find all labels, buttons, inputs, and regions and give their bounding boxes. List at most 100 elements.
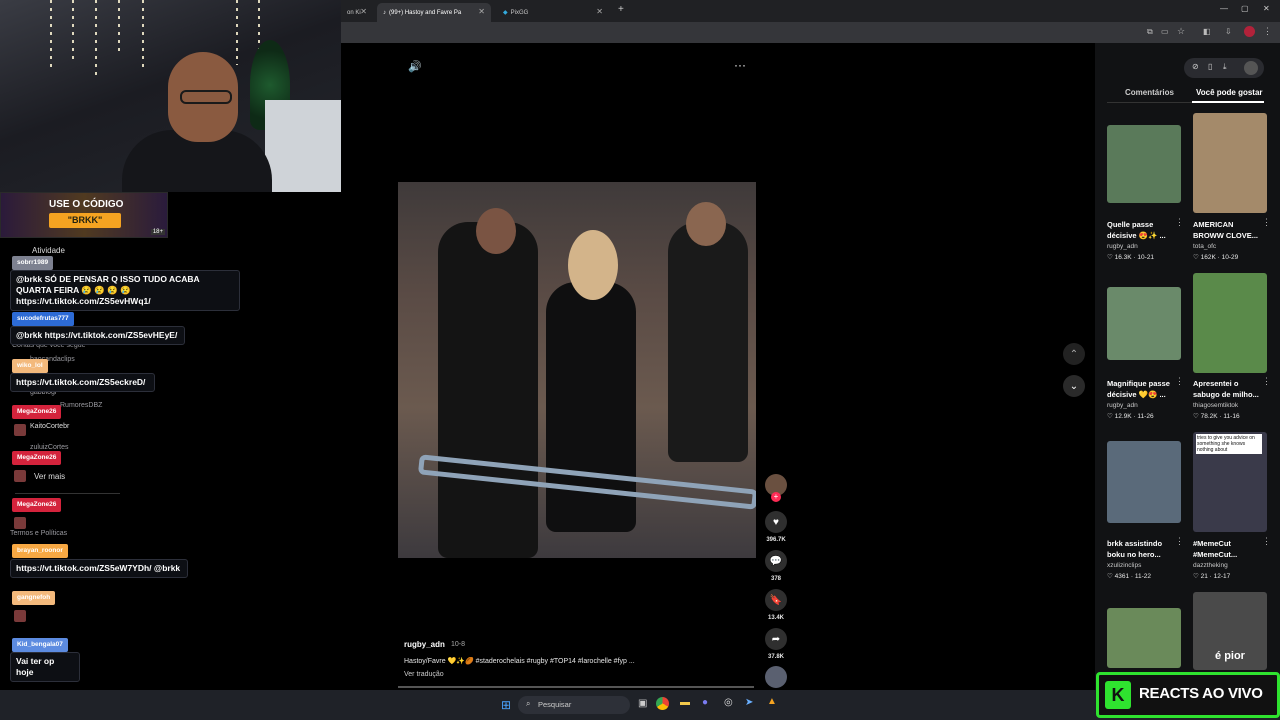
translate-link[interactable]: Ver tradução bbox=[404, 671, 444, 678]
search-icon: ⌕ bbox=[526, 699, 531, 708]
chat-username: MegaZone26 bbox=[12, 405, 62, 419]
tab-comments[interactable]: Comentários bbox=[1125, 88, 1174, 97]
share-icon[interactable]: ➦ bbox=[765, 628, 787, 650]
profile-avatar[interactable] bbox=[1244, 26, 1255, 37]
downloads-icon[interactable]: ⇩ bbox=[1225, 27, 1232, 36]
browser-tab[interactable]: on Ki ✕ bbox=[341, 3, 373, 22]
card-author[interactable]: rugby_adn bbox=[1107, 243, 1138, 250]
chat-username: MegaZone26 bbox=[12, 498, 62, 512]
card-title[interactable]: Apresentei o sabugo de milho... bbox=[1193, 378, 1265, 400]
download-icon[interactable]: ⤓ bbox=[1223, 62, 1227, 72]
chat-message: https://vt.tiktok.com/ZS5eW7YDh/ @brkk bbox=[10, 559, 188, 578]
close-icon[interactable]: ✕ bbox=[478, 7, 485, 16]
card-title[interactable]: Quelle passe décisive 😍✨ ... bbox=[1107, 219, 1179, 241]
chrome-icon[interactable] bbox=[656, 697, 669, 710]
compass-icon[interactable]: ⊘ bbox=[1192, 62, 1199, 71]
new-tab-button[interactable]: + bbox=[618, 4, 624, 15]
bookmark-icon[interactable]: 🔖 bbox=[765, 589, 787, 611]
card-author[interactable]: xzulizinclips bbox=[1107, 562, 1141, 569]
chat-message: @brkk SÓ DE PENSAR Q ISSO TUDO ACABA QUA… bbox=[10, 270, 240, 311]
windows-start-icon[interactable]: ⊞ bbox=[501, 698, 511, 712]
video-caption: Hastoy/Favre 💛✨🏉 #staderochelais #rugby … bbox=[404, 658, 635, 665]
close-icon[interactable]: ✕ bbox=[596, 7, 603, 16]
saves-count: 13.4K bbox=[767, 615, 784, 621]
close-window-icon[interactable]: ✕ bbox=[1263, 4, 1270, 13]
shelf bbox=[265, 100, 341, 192]
video-thumbnail[interactable] bbox=[1107, 608, 1181, 668]
heart-icon: ♡ bbox=[1107, 254, 1115, 261]
tiktok-icon: ♪ bbox=[383, 9, 386, 16]
card-title[interactable]: #MemeCut #MemeCut... bbox=[1193, 538, 1265, 560]
vlc-icon[interactable]: ▲ bbox=[767, 696, 777, 707]
minimize-icon[interactable]: — bbox=[1220, 4, 1228, 13]
card-title[interactable]: brkk assistindo boku no hero... bbox=[1107, 538, 1179, 560]
video-thumbnail[interactable]: tries to give you advice on something sh… bbox=[1193, 432, 1267, 532]
more-icon[interactable]: ⋮ bbox=[1262, 217, 1271, 228]
meme-overlay-text: tries to give you advice on something sh… bbox=[1196, 434, 1262, 454]
close-icon[interactable]: ✕ bbox=[360, 7, 367, 16]
card-stats: ♡ 21 · 12-17 bbox=[1193, 573, 1231, 580]
more-icon[interactable]: ⋮ bbox=[1262, 376, 1271, 387]
card-author[interactable]: dazztheking bbox=[1193, 562, 1228, 569]
tab-label: on Ki bbox=[347, 9, 361, 16]
more-icon[interactable]: ⋮ bbox=[1175, 217, 1184, 228]
more-icon[interactable]: ⋮ bbox=[1175, 376, 1184, 387]
video-date: 10-8 bbox=[451, 641, 466, 648]
taskbar-search[interactable]: ⌕ Pesquisar bbox=[518, 696, 630, 714]
obs-icon[interactable]: ◎ bbox=[724, 697, 733, 708]
video-thumbnail[interactable] bbox=[1107, 441, 1181, 523]
previous-video-arrow-icon[interactable]: ⌃ bbox=[1063, 343, 1085, 365]
chat-message: @brkk https://vt.tiktok.com/ZS5evHEyE/ bbox=[10, 326, 185, 345]
card-author[interactable]: rugby_adn bbox=[1107, 402, 1138, 409]
menu-icon[interactable]: ⋮ bbox=[1263, 26, 1272, 37]
like-heart-icon[interactable]: ♥ bbox=[765, 511, 787, 533]
video-thumbnail[interactable] bbox=[1107, 287, 1181, 360]
video-frame[interactable] bbox=[398, 182, 756, 558]
tab-suggested[interactable]: Você pode gostar bbox=[1196, 88, 1263, 97]
chat-username: brayan_roonor bbox=[12, 544, 68, 558]
card-author[interactable]: thiagosemtiktok bbox=[1193, 402, 1238, 409]
steam-icon[interactable]: ➤ bbox=[745, 697, 753, 708]
extensions-icon[interactable]: ◧ bbox=[1203, 27, 1211, 36]
pixgg-icon: ◆ bbox=[503, 10, 508, 16]
heart-icon: ♡ bbox=[1107, 413, 1115, 420]
cast-icon[interactable]: ▭ bbox=[1161, 27, 1169, 36]
folder-icon[interactable]: ▬ bbox=[680, 697, 690, 708]
more-options-icon[interactable]: ··· bbox=[734, 58, 746, 72]
ghost-activity: Atividade bbox=[32, 246, 65, 255]
card-title[interactable]: AMERICAN BROWW CLOVE... bbox=[1193, 219, 1265, 241]
phone-icon[interactable]: ▯ bbox=[1208, 62, 1212, 71]
react-live-banner: K REACTS AO VIVO bbox=[1096, 672, 1280, 718]
video-figure bbox=[686, 202, 726, 246]
bookmark-star-icon[interactable]: ☆ bbox=[1177, 26, 1185, 37]
discord-icon[interactable]: ● bbox=[702, 697, 708, 708]
next-video-arrow-icon[interactable]: ⌄ bbox=[1063, 375, 1085, 397]
card-stats: ♡ 16.3K · 10-21 bbox=[1107, 254, 1155, 261]
shares-count: 37.8K bbox=[767, 654, 784, 660]
video-thumbnail[interactable] bbox=[1193, 273, 1267, 373]
video-progress-bar[interactable] bbox=[398, 686, 754, 688]
music-disc-avatar[interactable] bbox=[765, 666, 787, 688]
browser-tab[interactable]: ◆ PixGG ✕ bbox=[497, 3, 609, 22]
user-avatar[interactable] bbox=[1244, 61, 1258, 75]
comment-icon[interactable]: 💬 bbox=[765, 550, 787, 572]
more-icon[interactable]: ⋮ bbox=[1175, 536, 1184, 547]
ghost-see-more: Ver mais bbox=[34, 472, 66, 481]
card-author[interactable]: tota_ofc bbox=[1193, 243, 1216, 250]
card-title[interactable]: Magnifique passe décisive 💛😍 ... bbox=[1107, 378, 1179, 400]
browser-toolbar: ⧉ ▭ ☆ ◧ ⇩ ⋮ bbox=[341, 22, 1280, 43]
translate-icon[interactable]: ⧉ bbox=[1147, 27, 1153, 37]
video-thumbnail[interactable] bbox=[1107, 125, 1181, 203]
browser-tab-active[interactable]: ♪ (99+) Hastoy and Favre Pa ✕ bbox=[377, 3, 491, 22]
video-thumbnail[interactable]: é pior bbox=[1193, 592, 1267, 670]
chat-username: sucodefrutas777 bbox=[12, 312, 74, 326]
tab-label: PixGG bbox=[510, 9, 529, 16]
volume-icon[interactable]: 🔊 bbox=[408, 60, 422, 73]
more-icon[interactable]: ⋮ bbox=[1262, 536, 1271, 547]
task-view-icon[interactable]: ▣ bbox=[638, 698, 647, 709]
follow-plus-icon[interactable]: + bbox=[771, 492, 781, 502]
video-author[interactable]: rugby_adn bbox=[404, 640, 445, 649]
maximize-icon[interactable]: ▢ bbox=[1241, 4, 1249, 13]
card-stats: ♡ 162K · 10-29 bbox=[1193, 254, 1239, 261]
video-thumbnail[interactable] bbox=[1193, 113, 1267, 213]
